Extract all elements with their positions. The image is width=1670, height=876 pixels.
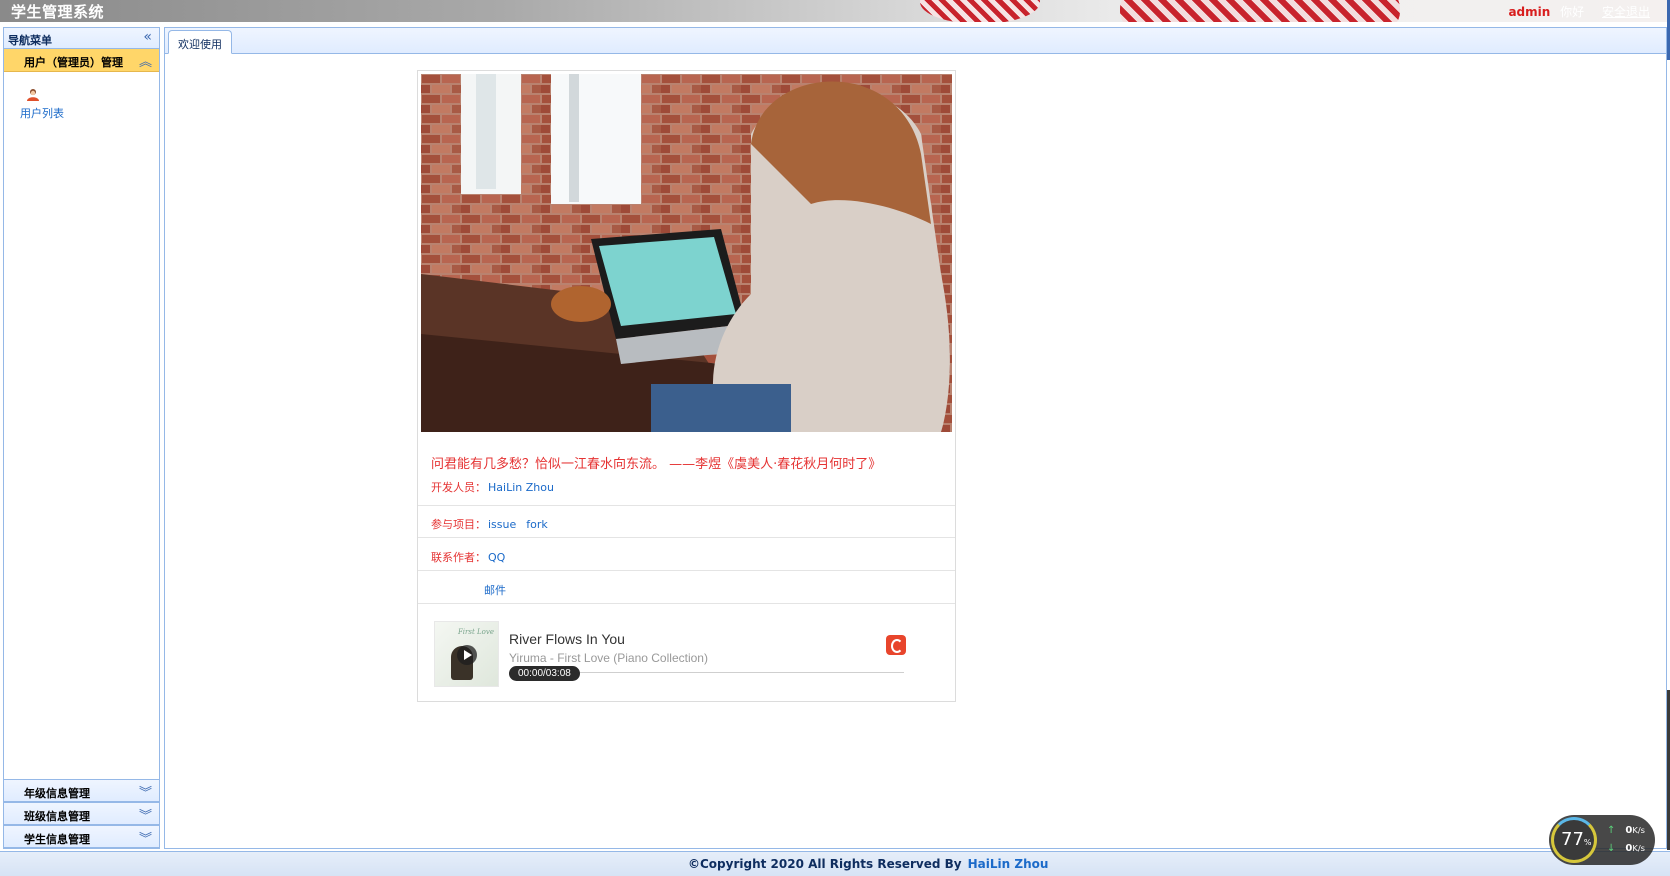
upload-speed: ↑ 0K/s	[1607, 825, 1645, 836]
nav-group-student[interactable]: 学生信息管理 ︾	[4, 825, 159, 848]
upload-unit: K/s	[1632, 825, 1645, 835]
nav-sidebar: 导航菜单 « 用户（管理员）管理 ︽ 用户列表 年级信息管理 ︾ 班级信息管理 …	[3, 27, 160, 849]
nav-collapsed-groups: 年级信息管理 ︾ 班级信息管理 ︾ 学生信息管理 ︾	[4, 779, 159, 848]
author-link[interactable]: HaiLin Zhou	[968, 857, 1049, 871]
song-title: River Flows In You	[509, 631, 625, 647]
welcome-card: 问君能有几多愁？恰似一江春水向东流。 ——李煜《虞美人·春花秋月何时了》 开发人…	[417, 70, 956, 702]
photo-illustration	[421, 74, 952, 432]
nav-header: 导航菜单 «	[4, 28, 159, 49]
download-arrow-icon: ↓	[1607, 843, 1616, 854]
user-area: admin 你好 安全退出	[1508, 3, 1650, 20]
header-decoration	[1120, 0, 1400, 22]
chevron-down-icon[interactable]: ︾	[139, 805, 152, 824]
developer-link[interactable]: HaiLin Zhou	[488, 481, 554, 494]
usage-percent: 77%	[1561, 829, 1592, 850]
divider	[418, 537, 955, 538]
copyright-text: ©Copyright 2020 All Rights Reserved By Ha…	[688, 857, 1048, 871]
usage-unit: %	[1583, 838, 1592, 847]
user-icon	[27, 89, 39, 101]
project-row: 参与项目： issue fork	[431, 516, 548, 532]
chevron-down-icon[interactable]: ︾	[139, 782, 152, 801]
netease-music-icon[interactable]	[886, 635, 906, 655]
usage-value: 77	[1561, 829, 1584, 850]
download-speed: ↓ 0K/s	[1607, 843, 1645, 854]
quote-text: 问君能有几多愁？恰似一江春水向东流。 ——李煜《虞美人·春花秋月何时了》	[431, 457, 882, 472]
chevron-up-icon[interactable]: ︽	[139, 51, 152, 70]
tab-bar: 欢迎使用	[165, 28, 1666, 54]
logout-link[interactable]: 安全退出	[1602, 5, 1650, 19]
issue-link[interactable]: issue	[488, 518, 516, 531]
divider	[418, 603, 955, 604]
greeting: 你好	[1560, 5, 1585, 19]
download-unit: K/s	[1632, 843, 1645, 853]
project-label: 参与项目：	[431, 518, 486, 531]
nav-group-user-admin[interactable]: 用户（管理员）管理 ︽	[4, 49, 159, 72]
username: admin	[1508, 5, 1551, 19]
menu-item-label: 用户列表	[20, 107, 64, 120]
mail-link[interactable]: 邮件	[484, 584, 506, 597]
app-title: 学生管理系统	[11, 3, 105, 21]
mail-row: 邮件	[482, 582, 506, 598]
qq-link[interactable]: QQ	[488, 551, 505, 564]
nav-group-label: 学生信息管理	[24, 833, 90, 846]
collapse-left-icon[interactable]: «	[143, 29, 152, 45]
network-speed-widget[interactable]: 77% ↑ 0K/s ↓ 0K/s	[1549, 815, 1655, 865]
nav-group-label: 用户（管理员）管理	[24, 56, 123, 69]
nav-title: 导航菜单	[8, 34, 52, 47]
chevron-down-icon[interactable]: ︾	[139, 828, 152, 847]
cover-script: First Love	[457, 628, 494, 636]
developer-label: 开发人员：	[431, 481, 486, 494]
song-artist: Yiruma - First Love (Piano Collection)	[509, 651, 708, 665]
welcome-photo	[421, 74, 952, 432]
nav-group-label: 班级信息管理	[24, 810, 90, 823]
app-header: 学生管理系统 admin 你好 安全退出	[0, 0, 1670, 22]
album-cover: First Love	[434, 621, 499, 687]
upload-arrow-icon: ↑	[1607, 825, 1616, 836]
time-display[interactable]: 00:00/03:08	[509, 666, 580, 681]
tab-welcome[interactable]: 欢迎使用	[168, 30, 232, 54]
nav-group-class[interactable]: 班级信息管理 ︾	[4, 802, 159, 825]
menu-item-user-list[interactable]: 用户列表	[20, 88, 80, 121]
contact-row: 联系作者： QQ	[431, 549, 505, 565]
divider	[418, 570, 955, 571]
header-decoration	[920, 0, 1040, 22]
nav-group-label: 年级信息管理	[24, 787, 90, 800]
contact-label: 联系作者：	[431, 551, 486, 564]
play-icon[interactable]	[457, 645, 477, 665]
divider	[418, 505, 955, 506]
music-player: First Love River Flows In You Yiruma - F…	[434, 621, 906, 687]
developer-row: 开发人员： HaiLin Zhou	[431, 479, 554, 495]
fork-link[interactable]: fork	[526, 518, 548, 531]
nav-group-grade[interactable]: 年级信息管理 ︾	[4, 779, 159, 802]
footer: ©Copyright 2020 All Rights Reserved By Ha…	[0, 851, 1670, 876]
copyright-label: ©Copyright 2020 All Rights Reserved By	[688, 857, 962, 871]
